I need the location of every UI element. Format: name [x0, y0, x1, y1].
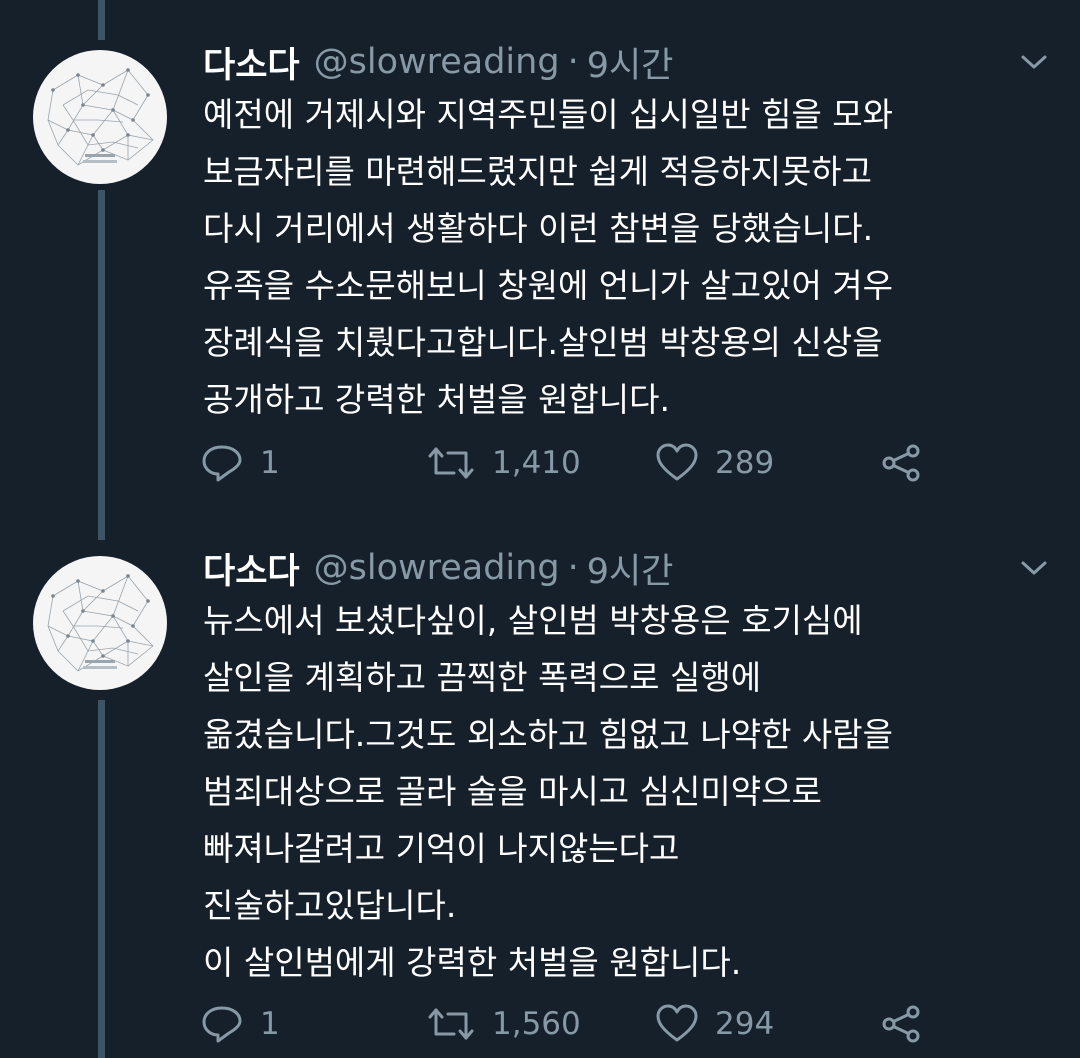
timestamp[interactable]: 9시간: [587, 543, 674, 594]
heart-icon: [655, 1004, 699, 1044]
share-button[interactable]: [880, 438, 924, 488]
reply-icon: [200, 1004, 244, 1044]
avatar[interactable]: [33, 556, 167, 690]
share-button[interactable]: [880, 999, 924, 1049]
tweet-header: 다소다 @slowreading · 9시간: [203, 543, 673, 593]
share-icon: [880, 1004, 924, 1044]
reply-count: 1: [260, 445, 280, 481]
user-handle[interactable]: @slowreading: [314, 548, 560, 588]
chevron-down-icon[interactable]: [1016, 550, 1052, 586]
like-count: 289: [715, 445, 775, 481]
like-button[interactable]: 289: [655, 438, 774, 488]
retweet-icon: [426, 445, 476, 481]
tweet[interactable]: 다소다 @slowreading · 9시간 뉴스에서 보셨다싶이, 살인범 박…: [0, 540, 1080, 1058]
avatar[interactable]: [33, 50, 167, 184]
retweet-count: 1,410: [492, 445, 581, 481]
reply-count: 1: [260, 1006, 280, 1042]
share-icon: [880, 443, 924, 483]
tweet-actions: 1 1,560 294: [200, 999, 940, 1049]
reply-button[interactable]: 1: [200, 438, 280, 488]
retweet-button[interactable]: 1,560: [426, 999, 581, 1049]
tweet[interactable]: 다소다 @slowreading · 9시간 예전에 거제시와 지역주민들이 십…: [0, 0, 1080, 540]
heart-icon: [655, 443, 699, 483]
like-button[interactable]: 294: [655, 999, 774, 1049]
timestamp[interactable]: 9시간: [587, 37, 674, 88]
user-handle[interactable]: @slowreading: [314, 42, 560, 82]
retweet-icon: [426, 1006, 476, 1042]
separator-dot: ·: [567, 548, 579, 588]
tweet-header: 다소다 @slowreading · 9시간: [203, 37, 673, 87]
tweet-text: 예전에 거제시와 지역주민들이 십시일반 힘을 모와 보금자리를 마련해드렸지만…: [203, 95, 894, 419]
display-name[interactable]: 다소다: [203, 37, 300, 88]
display-name[interactable]: 다소다: [203, 543, 300, 594]
tweet-text: 뉴스에서 보셨다싶이, 살인범 박창용은 호기심에 살인을 계획하고 끔찍한 폭…: [203, 601, 894, 982]
reply-button[interactable]: 1: [200, 999, 280, 1049]
separator-dot: ·: [567, 42, 579, 82]
tweet-actions: 1 1,410 289: [200, 438, 940, 488]
reply-icon: [200, 443, 244, 483]
retweet-button[interactable]: 1,410: [426, 438, 581, 488]
retweet-count: 1,560: [492, 1006, 581, 1042]
chevron-down-icon[interactable]: [1016, 44, 1052, 80]
like-count: 294: [715, 1006, 775, 1042]
